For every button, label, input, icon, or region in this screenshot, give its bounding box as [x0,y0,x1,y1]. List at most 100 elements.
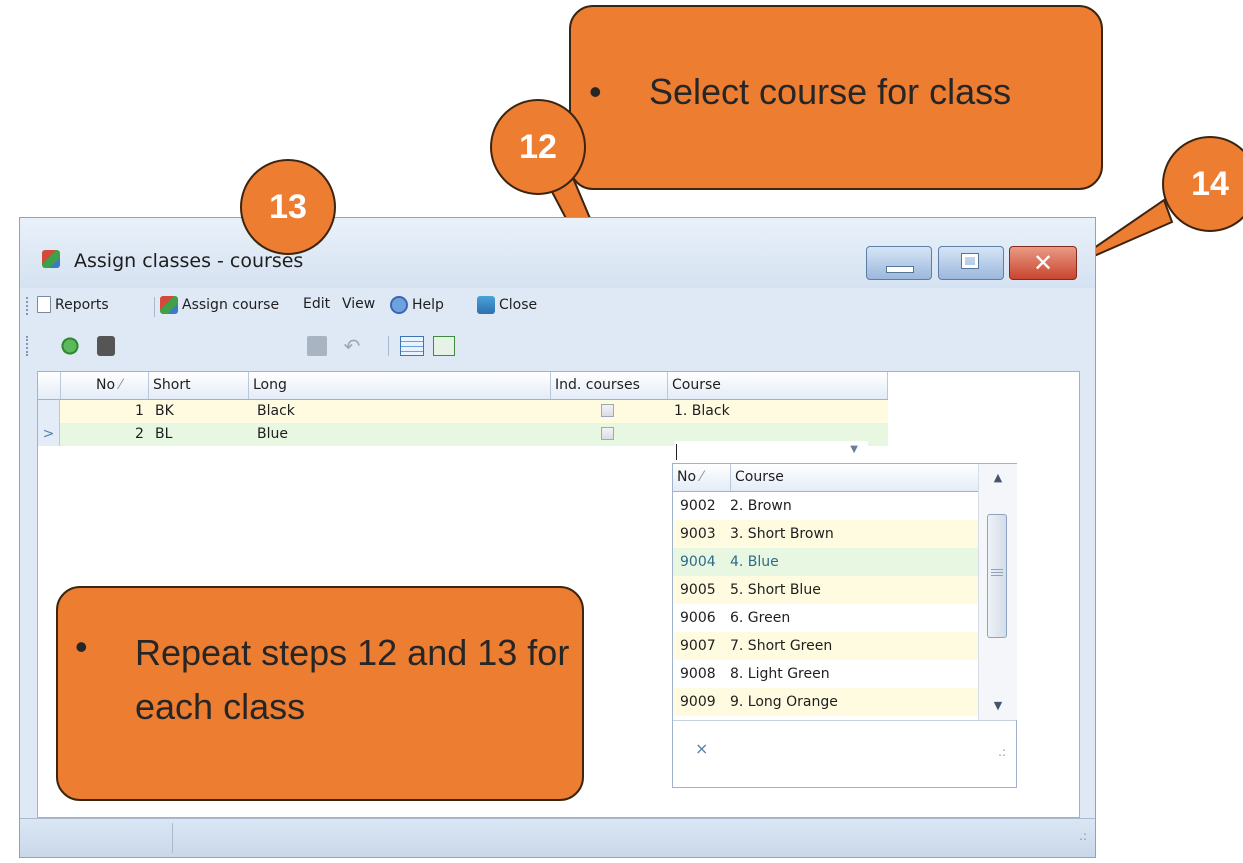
dropdown-footer: × .: [673,720,1016,787]
menu-view[interactable]: View [342,296,375,312]
sort-ascending-icon: ⁄ [119,377,122,393]
callout-repeat-steps-text: Repeat steps 12 and 13 for each class [135,632,570,727]
callout-bullet: • [589,71,602,112]
close-form-icon [477,296,495,314]
dropdown-header-no[interactable]: No ⁄ [673,464,730,491]
cell-short: BK [155,403,174,419]
title-bar[interactable]: Assign classes - courses ✕ [20,218,1095,288]
item-no: 9003 [680,526,716,542]
step-badge-12: 12 [490,99,586,195]
menu-help-label: Help [412,297,444,313]
item-course: 5. Short Blue [730,582,821,598]
dropdown-item[interactable]: 9008 8. Light Green [673,660,978,688]
item-course: 6. Green [730,610,791,626]
toolbar: ↶ [20,322,480,368]
close-icon: ✕ [1032,249,1054,277]
dropdown-item[interactable]: 9005 5. Short Blue [673,576,978,604]
clear-selection-icon[interactable]: × [695,739,708,758]
save-icon[interactable] [307,336,327,356]
cell-long: Blue [257,426,288,442]
close-window-button[interactable]: ✕ [1009,246,1077,280]
item-course: 9. Long Orange [730,694,838,710]
item-course: 4. Blue [730,554,779,570]
grid-refresh-icon[interactable] [433,336,455,356]
cell-short: BL [155,426,173,442]
item-no: 9009 [680,694,716,710]
menu-help[interactable]: Help [390,296,444,314]
ind-courses-checkbox[interactable] [601,404,614,417]
header-ind-courses[interactable]: Ind. courses [550,372,667,399]
dropdown-header-no-label: No [677,469,697,485]
undo-icon[interactable]: ↶ [342,336,362,356]
header-no-label: No [96,377,116,393]
help-icon [390,296,408,314]
step-badge-13: 13 [240,159,336,255]
callout-select-course: • Select course for class [569,5,1103,190]
row-indicator[interactable] [38,400,60,423]
dropdown-item-highlighted[interactable]: 9004 4. Blue [673,548,978,576]
header-course[interactable]: Course [667,372,888,399]
dropdown-item[interactable]: 9002 2. Brown [673,492,978,520]
scroll-up-arrow-icon[interactable]: ▲ [979,467,1017,489]
cell-long: Black [257,403,295,419]
header-long[interactable]: Long [248,372,550,399]
menu-close[interactable]: Close [477,296,537,314]
sort-ascending-icon: ⁄ [700,469,703,485]
assign-classes-icon [42,250,60,268]
item-no: 9005 [680,582,716,598]
callout-repeat-steps: • Repeat steps 12 and 13 for each class [56,586,584,801]
cell-no: 2 [135,426,144,442]
table-row[interactable]: 1 BK Black 1. Black [38,400,888,423]
menu-bar: Reports Assign course Edit View Help Clo… [20,288,1095,322]
dropdown-item[interactable]: 9007 7. Short Green [673,632,978,660]
toolbar-separator [388,336,389,356]
ind-courses-checkbox[interactable] [601,427,614,440]
menu-reports[interactable]: Reports [37,296,109,313]
item-no: 9007 [680,638,716,654]
dropdown-header-course[interactable]: Course [730,464,978,491]
dropdown-item[interactable]: 9009 9. Long Orange [673,688,978,716]
item-course: 3. Short Brown [730,526,834,542]
resize-grip-icon[interactable]: .: [998,745,1006,759]
menu-grip[interactable] [26,297,31,315]
minimize-button[interactable] [866,246,932,280]
dropdown-header: No ⁄ Course [673,464,978,492]
menu-edit-label: Edit [303,296,331,312]
cell-no: 1 [135,403,144,419]
scroll-thumb-grip [991,569,1003,577]
find-icon[interactable] [97,336,115,356]
scroll-down-arrow-icon[interactable]: ▼ [979,695,1017,717]
callout-select-course-text: Select course for class [649,71,1012,112]
window-resize-grip-icon[interactable]: .: [1079,829,1087,843]
dropdown-item[interactable]: 9006 6. Green [673,604,978,632]
menu-edit[interactable]: Edit [303,296,330,312]
header-no[interactable]: No ⁄ [60,372,148,399]
maximize-icon [961,253,979,269]
maximize-button[interactable] [938,246,1004,280]
menu-assign-course-label: Assign course [182,297,280,313]
current-row-indicator-icon[interactable]: > [38,423,60,446]
item-no: 9006 [680,610,716,626]
item-course: 7. Short Green [730,638,833,654]
dropdown-arrow-icon[interactable]: ▼ [850,444,858,455]
course-dropdown: No ⁄ Course 9002 2. Brown 9003 3. Short Br… [672,463,1017,788]
item-no: 9004 [680,554,716,570]
course-combo-editor[interactable]: ▼ [674,441,868,463]
dropdown-scrollbar[interactable]: ▲ ▼ [978,464,1017,720]
refresh-icon[interactable] [60,336,80,356]
scroll-thumb[interactable] [987,514,1007,638]
status-bar: .: [20,818,1095,857]
assign-course-icon [160,296,178,314]
grid-header: No ⁄ Short Long Ind. courses Course [38,372,888,400]
callout-bullet: • [75,626,88,667]
header-short[interactable]: Short [148,372,248,399]
menu-assign-course[interactable]: Assign course [160,296,279,314]
header-indicator [38,372,60,399]
dropdown-item[interactable]: 9003 3. Short Brown [673,520,978,548]
cell-course[interactable]: 1. Black [674,400,730,423]
toolbar-grip[interactable] [26,336,31,356]
menu-reports-label: Reports [55,296,109,313]
item-course: 8. Light Green [730,666,830,682]
grid-icon[interactable] [400,336,424,356]
minimize-icon [886,266,914,273]
